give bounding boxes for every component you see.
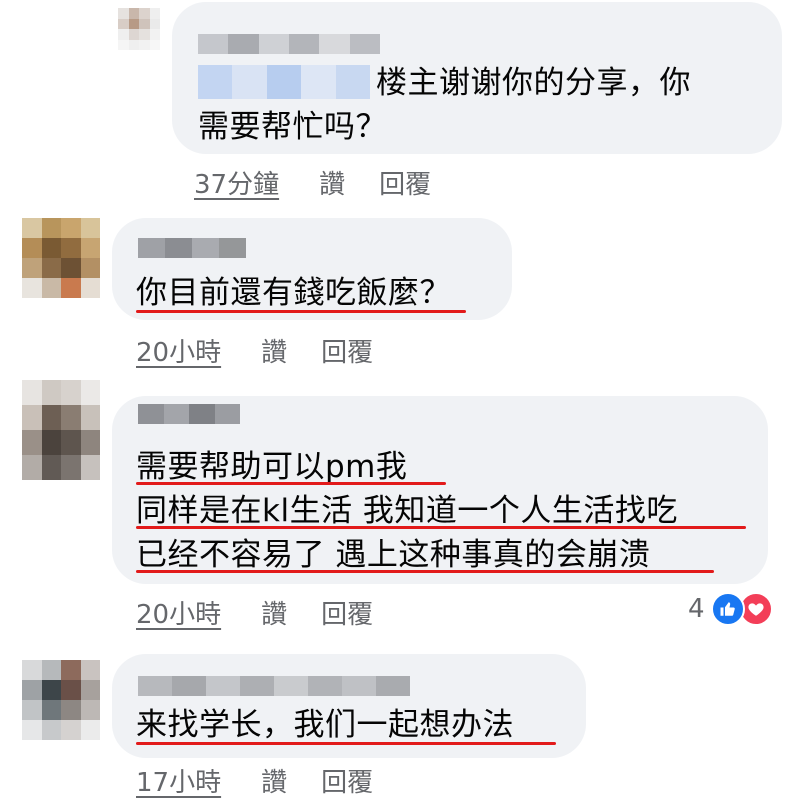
avatar[interactable] bbox=[22, 380, 100, 480]
mention-tag[interactable] bbox=[198, 65, 371, 99]
comment-text-line: 需要帮助可以pm我 bbox=[136, 449, 408, 485]
comment-text-line: 同样是在kl生活 我知道一个人生活找吃 bbox=[136, 493, 678, 529]
comment-bubble: 需要帮助可以pm我 同样是在kl生活 我知道一个人生活找吃 已经不容易了 遇上这… bbox=[112, 396, 768, 584]
comment-bubble: 你目前還有錢吃飯麼？ bbox=[112, 218, 512, 320]
avatar[interactable] bbox=[22, 660, 100, 740]
red-underline bbox=[136, 526, 746, 529]
avatar[interactable] bbox=[118, 8, 160, 50]
timestamp-link[interactable]: 20小時 bbox=[136, 332, 221, 369]
reply-button[interactable]: 回覆 bbox=[321, 332, 373, 369]
reply-button[interactable]: 回覆 bbox=[321, 594, 373, 631]
comment-actions: 20小時 讚 回覆 bbox=[136, 594, 373, 631]
comment-text-line: 你目前還有錢吃飯麼？ bbox=[136, 275, 451, 311]
author-name[interactable] bbox=[138, 676, 410, 696]
like-button[interactable]: 讚 bbox=[261, 332, 287, 369]
comment-text-line: 需要帮忙吗？ bbox=[198, 109, 387, 145]
reply-button[interactable]: 回覆 bbox=[321, 762, 373, 799]
author-name[interactable] bbox=[138, 238, 246, 258]
red-underline bbox=[136, 310, 466, 313]
red-underline bbox=[136, 482, 446, 485]
red-underline bbox=[136, 570, 714, 573]
like-button[interactable]: 讚 bbox=[261, 762, 287, 799]
red-underline bbox=[136, 742, 556, 745]
comment-actions: 17小時 讚 回覆 bbox=[136, 762, 373, 799]
comment-actions: 37分鐘 讚 回覆 bbox=[194, 164, 431, 201]
comment-bubble: 楼主谢谢你的分享，你 需要帮忙吗？ bbox=[172, 2, 782, 154]
reply-button[interactable]: 回覆 bbox=[379, 164, 431, 201]
comment-text-line: 已经不容易了 遇上这种事真的会崩溃 bbox=[136, 537, 651, 573]
author-name[interactable] bbox=[138, 404, 240, 424]
reaction-count: 4 bbox=[688, 594, 705, 624]
timestamp-link[interactable]: 37分鐘 bbox=[194, 164, 279, 201]
avatar[interactable] bbox=[22, 218, 100, 298]
reaction-summary[interactable]: 4 bbox=[688, 592, 773, 626]
comment-actions: 20小時 讚 回覆 bbox=[136, 332, 373, 369]
like-button[interactable]: 讚 bbox=[319, 164, 345, 201]
timestamp-link[interactable]: 20小時 bbox=[136, 594, 221, 631]
author-name[interactable] bbox=[198, 34, 380, 54]
like-icon bbox=[710, 592, 745, 626]
like-button[interactable]: 讚 bbox=[261, 594, 287, 631]
comment-text-line: 楼主谢谢你的分享，你 bbox=[198, 64, 691, 102]
timestamp-link[interactable]: 17小時 bbox=[136, 762, 221, 799]
comment-text-line: 来找学长，我们一起想办法 bbox=[136, 707, 514, 743]
